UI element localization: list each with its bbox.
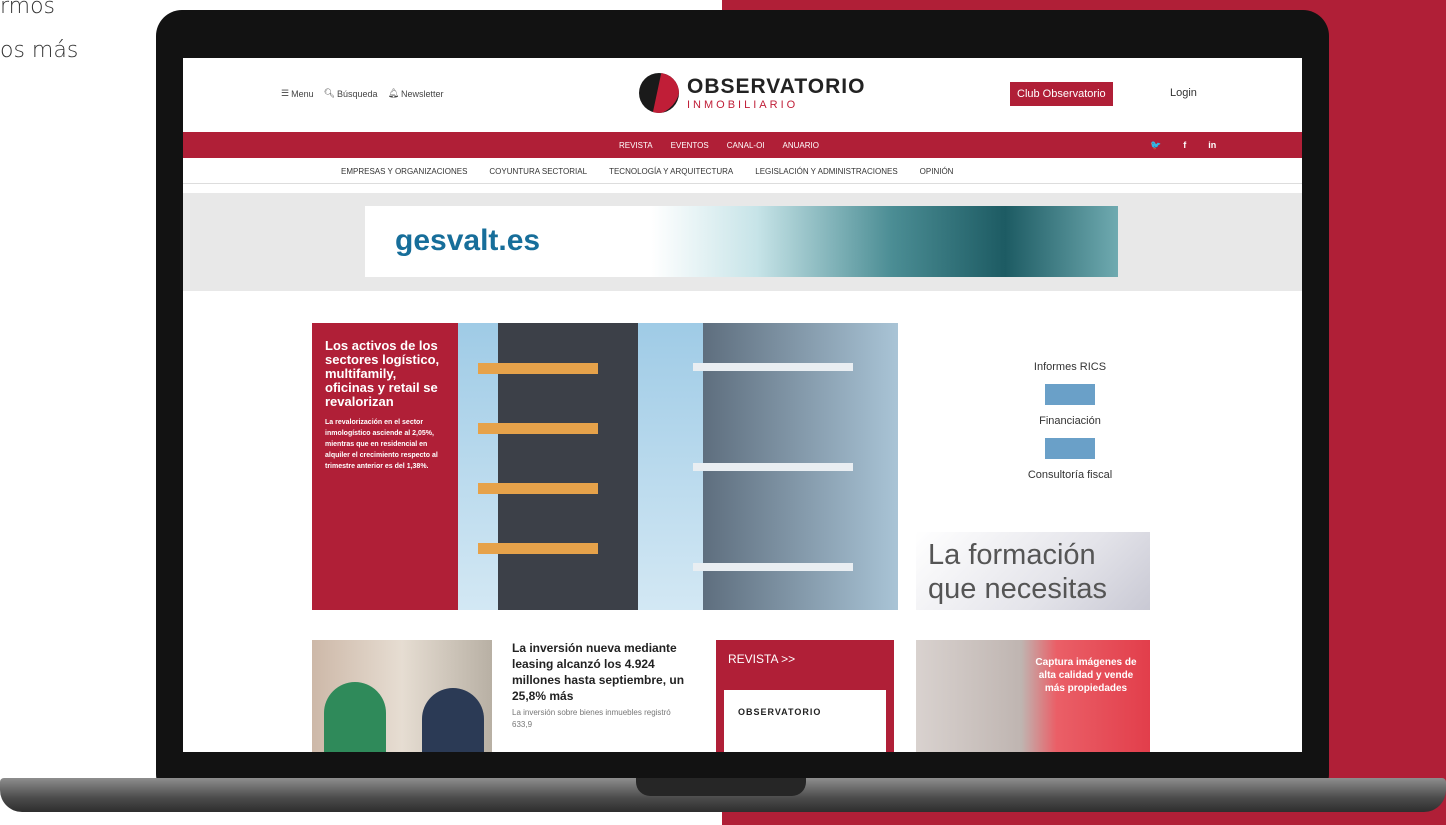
bell-icon: 🔔︎ <box>387 88 400 98</box>
link-financiacion[interactable]: Financiación <box>960 405 1180 438</box>
hero-article-panel[interactable]: Los activos de los sectores logístico, m… <box>312 323 458 610</box>
person-left <box>324 682 386 752</box>
logo-subtitle: INMOBILIARIO <box>687 99 799 111</box>
header-tools: ☰ Menu 🔍︎ Búsqueda 🔔︎ Newsletter <box>281 88 444 99</box>
newsletter-label: Newsletter <box>401 88 444 99</box>
balcony <box>693 363 853 371</box>
nav-item-empresas[interactable]: EMPRESAS Y ORGANIZACIONES <box>341 167 467 176</box>
divider <box>1045 384 1095 405</box>
nav-item-canal-oi[interactable]: CANAL-OI <box>727 141 765 150</box>
gesvalt-banner-ad[interactable]: gesvalt.es <box>365 206 1118 277</box>
menu-button[interactable]: ☰ Menu <box>281 88 314 99</box>
article-teaser[interactable]: La inversión nueva mediante leasing alca… <box>512 640 692 731</box>
ad-line2: que necesitas <box>928 573 1107 605</box>
hero-subtitle: La revalorización en el sector inmologís… <box>325 419 438 470</box>
hero-title: Los activos de los sectores logístico, m… <box>325 338 440 409</box>
club-observatorio-button[interactable]: Club Observatorio <box>1010 82 1113 106</box>
magazine-title: OBSERVATORIO <box>738 707 822 717</box>
formacion-ad[interactable]: La formación que necesitas <box>916 532 1150 610</box>
nav-item-anuario[interactable]: ANUARIO <box>783 141 819 150</box>
balcony <box>478 423 598 434</box>
revista-label: REVISTA >> <box>728 652 796 666</box>
hero-building-image[interactable] <box>458 323 898 610</box>
side-links: Informes RICS Financiación Consultoría f… <box>960 351 1180 492</box>
article-snippet: La inversión sobre bienes inmuebles regi… <box>512 708 671 729</box>
facebook-icon[interactable]: f <box>1183 140 1186 151</box>
linkedin-icon[interactable]: in <box>1208 140 1216 151</box>
balcony <box>693 463 853 471</box>
link-consultoria-fiscal[interactable]: Consultoría fiscal <box>960 459 1180 492</box>
ad-line1: La formación <box>928 539 1096 571</box>
divider <box>1045 438 1095 459</box>
twitter-icon[interactable]: 🐦 <box>1150 140 1161 151</box>
search-icon: 🔍︎ <box>323 88 336 98</box>
article-title: La inversión nueva mediante leasing alca… <box>512 641 685 703</box>
banner-band: gesvalt.es <box>183 193 1302 291</box>
search-label: Búsqueda <box>337 88 378 99</box>
revista-card[interactable]: REVISTA >> OBSERVATORIO <box>716 640 894 752</box>
article-photo[interactable] <box>312 640 492 752</box>
magazine-cover: OBSERVATORIO <box>724 690 886 752</box>
primary-nav: REVISTA EVENTOS CANAL-OI ANUARIO 🐦 f in <box>183 132 1302 158</box>
captura-text: Captura imágenes de alta calidad y vende… <box>1035 657 1137 694</box>
login-link[interactable]: Login <box>1170 87 1197 99</box>
link-informes-rics[interactable]: Informes RICS <box>960 351 1180 384</box>
nav-item-coyuntura[interactable]: COYUNTURA SECTORIAL <box>489 167 587 176</box>
nav-item-eventos[interactable]: EVENTOS <box>671 141 709 150</box>
secondary-nav: EMPRESAS Y ORGANIZACIONES COYUNTURA SECT… <box>183 158 1302 184</box>
side-text-line2: os más <box>0 38 79 63</box>
banner-text: gesvalt.es <box>395 224 541 257</box>
nav-item-legislacion[interactable]: LEGISLACIÓN Y ADMINISTRACIONES <box>755 167 897 176</box>
newsletter-button[interactable]: 🔔︎ Newsletter <box>388 88 444 99</box>
nav-item-revista[interactable]: REVISTA <box>619 141 653 150</box>
menu-label: Menu <box>291 88 314 99</box>
balcony <box>693 563 853 571</box>
captura-ad[interactable]: Captura imágenes de alta calidad y vende… <box>916 640 1150 752</box>
search-button[interactable]: 🔍︎ Búsqueda <box>324 88 378 99</box>
balcony <box>478 363 598 374</box>
balcony <box>478 543 598 554</box>
side-text-line1: rmos <box>0 0 56 19</box>
laptop-screen: ☰ Menu 🔍︎ Búsqueda 🔔︎ Newsletter OBSERVATOR… <box>183 58 1302 752</box>
site-logo[interactable]: OBSERVATORIO INMOBILIARIO <box>639 73 865 113</box>
site-header: ☰ Menu 🔍︎ Búsqueda 🔔︎ Newsletter OBSERVATOR… <box>183 58 1302 132</box>
nav-item-opinion[interactable]: OPINIÓN <box>920 167 954 176</box>
logo-title: OBSERVATORIO <box>687 75 866 98</box>
balcony <box>478 483 598 494</box>
logo-mark-icon <box>639 73 679 113</box>
hamburger-icon: ☰ <box>281 88 290 98</box>
nav-item-tecnologia[interactable]: TECNOLOGÍA Y ARQUITECTURA <box>609 167 733 176</box>
laptop-notch <box>636 778 806 796</box>
person-right <box>422 688 484 752</box>
